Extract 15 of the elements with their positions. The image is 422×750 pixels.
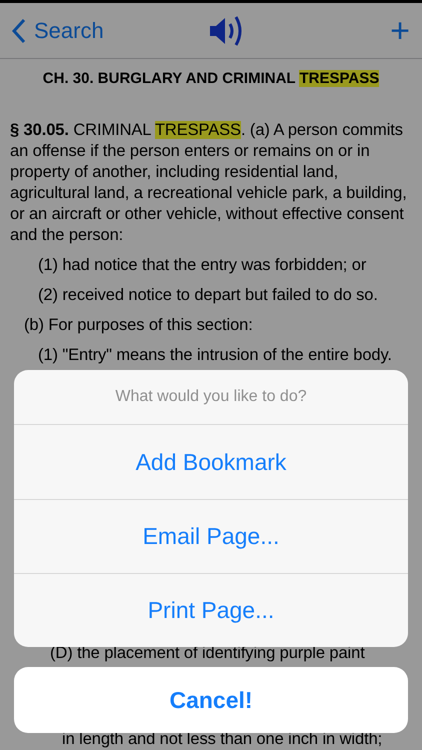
add-button[interactable]: +: [390, 14, 410, 48]
statute-paragraph: (b) For purposes of this section:: [23, 315, 254, 336]
statute-paragraph: (1) "Entry" means the intrusion of the entire body.: [37, 345, 393, 366]
statute-paragraph: in length and not less than one inch in width;: [61, 730, 384, 749]
action-button[interactable]: Print Page...: [14, 573, 408, 647]
back-button[interactable]: Search: [12, 14, 104, 47]
statute-paragraph: (1) had notice that the entry was forbidden; or: [37, 255, 368, 276]
statute-paragraph: § 30.05. CRIMINAL TRESPASS. (a) A person commits an offense if the person enters or remains on or in property of another, including residential land, agricultural land, a recreational vehicle park, a building, or an aircraft or other vehicle, without effective consent and the person:: [10, 120, 408, 246]
statute-paragraph: (2) received notice to depart but failed to do so.: [37, 285, 379, 306]
sheet-title: What would you like to do?: [14, 370, 408, 425]
back-chevron-icon: [12, 18, 26, 44]
cancel-button[interactable]: Cancel!: [14, 667, 408, 733]
action-button[interactable]: Email Page...: [14, 499, 408, 573]
chapter-heading: CH. 30. BURGLARY AND CRIMINAL TRESPASS: [42, 69, 380, 89]
action-button[interactable]: Add Bookmark: [14, 425, 408, 499]
